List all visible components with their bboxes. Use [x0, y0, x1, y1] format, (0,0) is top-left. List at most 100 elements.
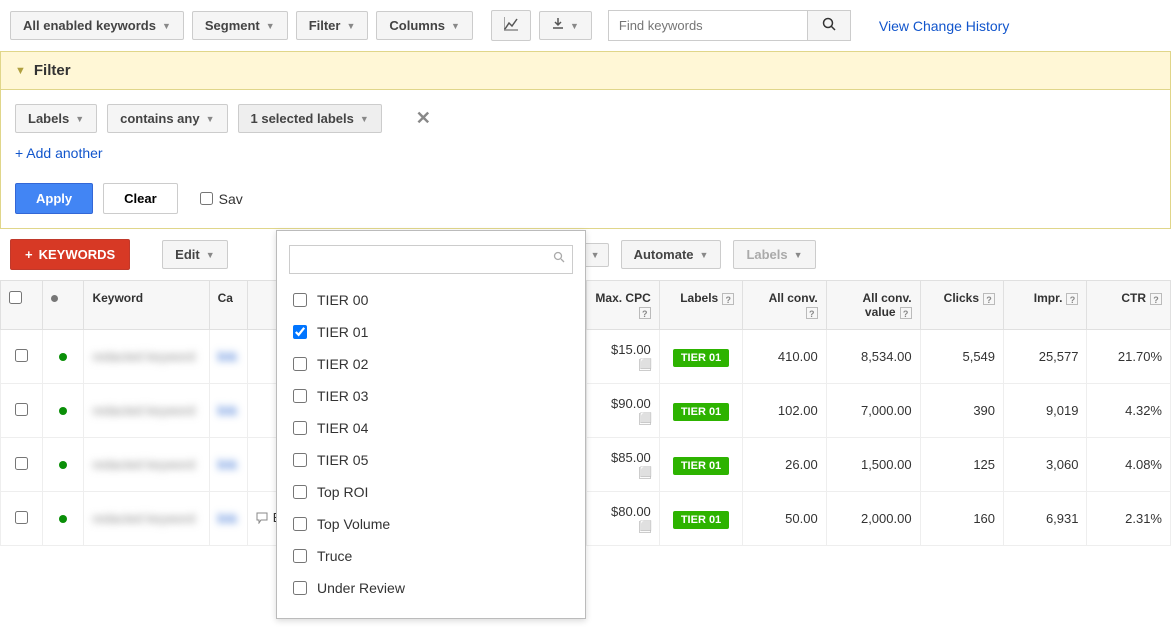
help-icon[interactable]: ? [639, 307, 651, 319]
edit-icon: ⬜ [639, 413, 651, 425]
search-icon [822, 19, 836, 34]
row-checkbox[interactable] [15, 511, 28, 524]
label-option[interactable]: TIER 03 [289, 380, 573, 412]
label-option[interactable]: TIER 04 [289, 412, 573, 444]
help-icon[interactable]: ? [983, 293, 995, 305]
filter-panel-header[interactable]: ▼ Filter [0, 51, 1171, 90]
filter-value-dropdown[interactable]: 1 selected labels ▼ [238, 104, 382, 133]
col-clicks[interactable]: Clicks? [920, 281, 1003, 330]
keyword-text: redacted keyword [92, 457, 195, 472]
apply-button[interactable]: Apply [15, 183, 93, 214]
label-option-checkbox[interactable] [293, 325, 307, 339]
help-icon[interactable]: ? [722, 293, 734, 305]
edit-dropdown[interactable]: Edit ▼ [162, 240, 227, 269]
help-icon[interactable]: ? [1150, 293, 1162, 305]
filter-field-dropdown[interactable]: Labels ▼ [15, 104, 97, 133]
label-option[interactable]: TIER 05 [289, 444, 573, 476]
keywords-scope-dropdown[interactable]: All enabled keywords ▼ [10, 11, 184, 40]
all-conv-value-cell: 2,000.00 [826, 492, 920, 546]
label-option-checkbox[interactable] [293, 485, 307, 499]
col-labels[interactable]: Labels? [659, 281, 742, 330]
segment-dropdown[interactable]: Segment ▼ [192, 11, 288, 40]
labels-search-input[interactable] [289, 245, 573, 274]
tier-badge: TIER 01 [673, 403, 729, 421]
label-option-checkbox[interactable] [293, 389, 307, 403]
search-icon [553, 251, 565, 266]
row-checkbox[interactable] [15, 457, 28, 470]
status-dot-icon [59, 407, 67, 415]
remove-filter-button[interactable]: ✕ [416, 108, 431, 129]
ctr-cell: 21.70% [1087, 330, 1171, 384]
col-max-cpc[interactable]: Max. CPC? [586, 281, 659, 330]
clicks-cell: 125 [920, 438, 1003, 492]
label-option[interactable]: TIER 00 [289, 284, 573, 316]
row-checkbox[interactable] [15, 349, 28, 362]
add-keywords-button[interactable]: + KEYWORDS [10, 239, 130, 270]
labels-dropdown-panel: TIER 00TIER 01TIER 02TIER 03TIER 04TIER … [276, 230, 586, 619]
all-conv-cell: 102.00 [743, 384, 826, 438]
help-icon[interactable]: ? [1066, 293, 1078, 305]
label-option-checkbox[interactable] [293, 453, 307, 467]
campaign-link[interactable]: link [218, 349, 238, 364]
caret-down-icon: ▼ [15, 65, 26, 77]
download-icon [552, 18, 564, 33]
label-option-checkbox[interactable] [293, 517, 307, 531]
row-checkbox[interactable] [15, 403, 28, 416]
filter-value-label: 1 selected labels [251, 111, 354, 126]
max-cpc-cell[interactable]: $80.00⬜ [586, 492, 659, 546]
caret-down-icon: ▼ [266, 21, 275, 31]
clicks-cell: 160 [920, 492, 1003, 546]
filter-operator-dropdown[interactable]: contains any ▼ [107, 104, 227, 133]
label-option-checkbox[interactable] [293, 293, 307, 307]
max-cpc-cell[interactable]: $15.00⬜ [586, 330, 659, 384]
help-icon[interactable]: ? [806, 307, 818, 319]
col-campaign[interactable]: Ca [209, 281, 247, 330]
filter-panel-body: Labels ▼ contains any ▼ 1 selected label… [0, 90, 1171, 229]
filter-dropdown[interactable]: Filter ▼ [296, 11, 369, 40]
add-another-filter-link[interactable]: + Add another [15, 145, 103, 161]
label-option[interactable]: TIER 01 [289, 316, 573, 348]
columns-dropdown[interactable]: Columns ▼ [376, 11, 473, 40]
col-ctr[interactable]: CTR? [1087, 281, 1171, 330]
campaign-link[interactable]: link [218, 403, 238, 418]
all-conv-cell: 50.00 [743, 492, 826, 546]
col-impr[interactable]: Impr.? [1004, 281, 1087, 330]
label-option[interactable]: TIER 02 [289, 348, 573, 380]
col-keyword[interactable]: Keyword [84, 281, 209, 330]
tier-badge: TIER 01 [673, 349, 729, 367]
labels-dropdown[interactable]: Labels ▼ [733, 240, 815, 269]
col-all-conv[interactable]: All conv.? [743, 281, 826, 330]
campaign-link[interactable]: link [218, 511, 238, 526]
clicks-cell: 5,549 [920, 330, 1003, 384]
labels-label: Labels [746, 247, 787, 262]
all-conv-cell: 26.00 [743, 438, 826, 492]
chart-button[interactable] [491, 10, 531, 41]
label-option-checkbox[interactable] [293, 581, 307, 595]
label-option[interactable]: Top ROI [289, 476, 573, 508]
label-option-checkbox[interactable] [293, 357, 307, 371]
find-keywords-input[interactable] [608, 10, 808, 41]
search-button[interactable] [808, 10, 851, 41]
save-filter-checkbox[interactable] [200, 192, 213, 205]
campaign-link[interactable]: link [218, 457, 238, 472]
label-option-checkbox[interactable] [293, 549, 307, 563]
select-all-checkbox[interactable] [9, 291, 22, 304]
label-option-checkbox[interactable] [293, 421, 307, 435]
max-cpc-cell[interactable]: $90.00⬜ [586, 384, 659, 438]
download-dropdown[interactable]: ▼ [539, 11, 592, 40]
ctr-cell: 2.31% [1087, 492, 1171, 546]
filter-title: Filter [34, 62, 71, 79]
max-cpc-cell[interactable]: $85.00⬜ [586, 438, 659, 492]
label-option[interactable]: Under Review [289, 572, 573, 604]
label-option[interactable]: Truce [289, 540, 573, 572]
clear-button[interactable]: Clear [103, 183, 178, 214]
ctr-cell: 4.08% [1087, 438, 1171, 492]
labels-options-list[interactable]: TIER 00TIER 01TIER 02TIER 03TIER 04TIER … [289, 284, 573, 604]
label-option-text: Top ROI [317, 484, 368, 500]
view-change-history-link[interactable]: View Change History [879, 18, 1009, 34]
help-icon[interactable]: ? [900, 307, 912, 319]
speech-bubble-icon [256, 512, 268, 524]
col-all-conv-value[interactable]: All conv. value? [826, 281, 920, 330]
automate-dropdown[interactable]: Automate ▼ [621, 240, 722, 269]
label-option[interactable]: Top Volume [289, 508, 573, 540]
